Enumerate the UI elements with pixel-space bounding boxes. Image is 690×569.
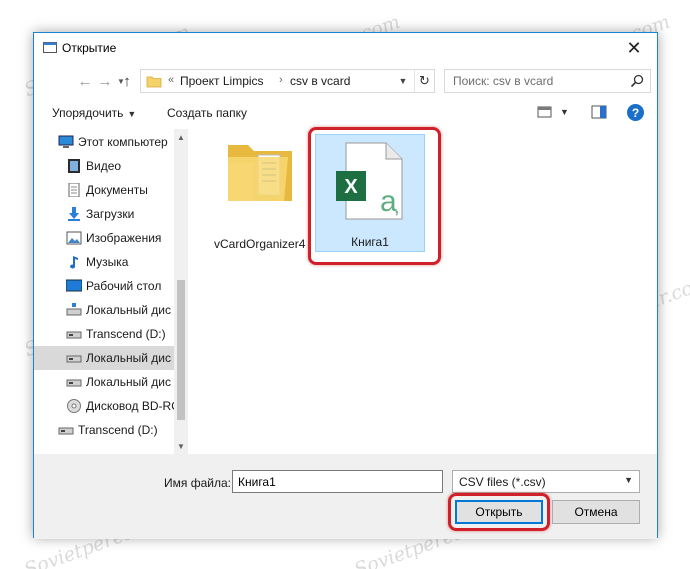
pictures-icon [66, 231, 82, 245]
open-file-dialog: Открытие ✕ ← → ▼ ↑ « Проект Limpics › cs… [33, 32, 658, 539]
search-placeholder: Поиск: csv в vcard [453, 74, 554, 88]
documents-icon [68, 183, 80, 197]
address-dropdown-button[interactable]: ▼ [394, 70, 412, 92]
folder-icon [228, 145, 292, 201]
folder-icon [146, 76, 162, 88]
new-folder-button[interactable]: Создать папку [167, 106, 247, 120]
sidebar-item-label: Изображения [86, 231, 162, 245]
file-item-folder[interactable]: vCardOrganizer4 [214, 135, 305, 251]
sidebar-item-pictures[interactable]: Изображения [34, 226, 174, 250]
sidebar-item-downloads[interactable]: Загрузки [34, 202, 174, 226]
desktop-icon [66, 279, 82, 292]
disc-drive-icon [67, 399, 81, 413]
video-icon [68, 159, 80, 173]
title-bar[interactable]: Открытие ✕ [34, 33, 657, 63]
filename-input[interactable] [232, 470, 443, 493]
chevron-up-icon: ▲ [177, 132, 185, 142]
change-view-icon[interactable] [537, 105, 553, 119]
search-icon [630, 74, 644, 88]
file-name: vCardOrganizer4 [214, 237, 306, 251]
window-app-icon [43, 42, 57, 53]
search-input[interactable]: Поиск: csv в vcard [444, 69, 651, 93]
preview-pane-icon[interactable] [591, 105, 607, 119]
scrollbar-thumb[interactable] [177, 280, 185, 420]
navigation-pane: Этот компьютер Видео Документы Загрузки [34, 129, 189, 454]
scroll-up-button[interactable]: ▲ [174, 129, 188, 145]
sidebar-item-local-disk[interactable]: Локальный дис [34, 298, 174, 322]
sidebar-item-label: Локальный дис [86, 375, 171, 389]
file-type-select[interactable]: CSV files (*.csv) ▼ [452, 470, 640, 493]
downloads-icon [68, 207, 80, 221]
help-icon[interactable]: ? [627, 104, 644, 121]
sidebar-item-label: Документы [86, 183, 148, 197]
arrow-right-icon: → [97, 72, 113, 90]
filename-label: Имя файла: [164, 476, 231, 490]
sidebar-item-label: Музыка [86, 255, 129, 269]
chevron-down-icon: ▼ [177, 441, 185, 451]
breadcrumb-item[interactable]: csv в vcard [290, 74, 350, 88]
organize-button[interactable]: Упорядочить ▼ [52, 106, 136, 120]
drive-icon [66, 331, 82, 339]
sidebar-item-local-disk-2[interactable]: Локальный дис [34, 370, 174, 394]
highlight-frame [448, 493, 550, 531]
address-bar[interactable]: « Проект Limpics › csv в vcard ▼ ↻ [140, 69, 435, 93]
arrow-up-icon: ↑ [123, 72, 131, 90]
sidebar-item-label: Этот компьютер [78, 135, 168, 149]
sidebar-item-label: Transcend (D:) [78, 423, 158, 437]
sidebar-item-video[interactable]: Видео [34, 154, 174, 178]
file-type-value: CSV files (*.csv) [459, 475, 546, 489]
sidebar-item-label: Рабочий стол [86, 279, 162, 293]
sidebar-item-label: Видео [86, 159, 122, 173]
computer-icon [58, 135, 74, 148]
breadcrumb-separator: « [168, 74, 175, 86]
sidebar-item-bd-rom[interactable]: Дисковод BD-RO [34, 394, 181, 418]
highlight-frame [308, 127, 441, 265]
organize-label: Упорядочить [52, 106, 124, 120]
sidebar-item-label: Локальный дис [86, 351, 171, 365]
sidebar-item-music[interactable]: Музыка [34, 250, 174, 274]
sidebar-item-transcend-d[interactable]: Transcend (D:) [34, 322, 174, 346]
sidebar-item-label: Дисковод BD-RO [86, 399, 181, 413]
sidebar-item-label: Transcend (D:) [86, 327, 166, 341]
scroll-down-button[interactable]: ▼ [174, 438, 188, 454]
sidebar-item-label: Локальный дис [86, 303, 171, 317]
drive-icon [58, 427, 74, 435]
back-button[interactable]: ← [76, 71, 94, 91]
sidebar-item-desktop[interactable]: Рабочий стол [34, 274, 174, 298]
dialog-footer [34, 454, 657, 539]
close-button[interactable]: ✕ [611, 33, 657, 63]
sidebar-item-documents[interactable]: Документы [34, 178, 174, 202]
local-disk-icon [66, 379, 82, 387]
local-disk-icon [66, 355, 82, 363]
cancel-button[interactable]: Отмена [552, 500, 640, 524]
chevron-down-icon: ▼ [127, 109, 137, 119]
breadcrumb-separator: › [279, 74, 283, 86]
local-disk-icon [66, 303, 82, 316]
breadcrumb-item[interactable]: Проект Limpics [180, 74, 264, 88]
arrow-left-icon: ← [77, 72, 93, 90]
refresh-button[interactable]: ↻ [414, 70, 434, 92]
chevron-down-icon: ▼ [398, 76, 408, 86]
sidebar-item-this-pc[interactable]: Этот компьютер [34, 130, 174, 154]
music-icon [70, 256, 78, 269]
close-icon: ✕ [626, 37, 642, 58]
new-folder-label: Создать папку [167, 106, 247, 120]
view-options-chevron-icon[interactable]: ▼ [560, 107, 569, 117]
sidebar-item-label: Загрузки [86, 207, 135, 221]
refresh-icon: ↻ [419, 73, 430, 88]
sidebar-item-transcend-d-2[interactable]: Transcend (D:) [34, 418, 174, 442]
chevron-down-icon: ▼ [624, 475, 633, 485]
sidebar-item-local-disk-selected[interactable]: Локальный дис [34, 346, 174, 370]
window-title: Открытие [62, 41, 117, 55]
up-button[interactable]: ↑ [118, 71, 136, 91]
